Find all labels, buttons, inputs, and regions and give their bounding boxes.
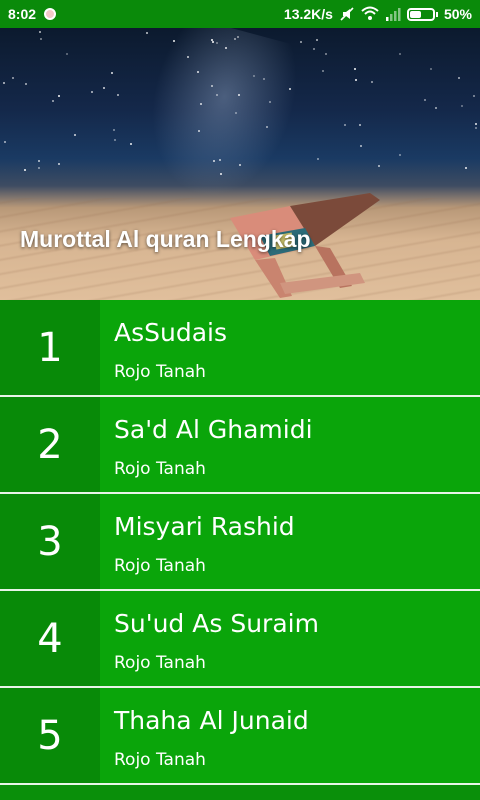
wifi-icon <box>361 6 379 20</box>
star <box>424 98 427 101</box>
status-right: 13.2K/s 50% <box>284 6 472 22</box>
item-text: Sa'd Al Ghamidi Rojo Tanah <box>100 397 480 492</box>
star <box>90 90 93 93</box>
item-text: Su'ud As Suraim Rojo Tanah <box>100 591 480 686</box>
star <box>37 159 40 162</box>
reciter-name: Sa'd Al Ghamidi <box>114 415 313 444</box>
star <box>219 158 221 161</box>
star <box>377 165 380 168</box>
reciter-list: 1 AsSudais Rojo Tanah 2 Sa'd Al Ghamidi Rojo … <box>0 300 480 800</box>
star <box>57 162 60 165</box>
star <box>112 128 115 131</box>
star <box>199 102 202 105</box>
star <box>354 78 357 81</box>
star <box>210 84 213 87</box>
reciter-subtitle: Rojo Tanah <box>114 556 206 576</box>
star <box>475 126 478 129</box>
star <box>39 38 42 41</box>
star <box>24 83 27 86</box>
star <box>358 124 361 127</box>
star <box>145 32 148 35</box>
star <box>113 139 116 142</box>
star <box>316 158 319 161</box>
star <box>38 166 41 169</box>
reciter-name: Su'ud As Suraim <box>114 609 319 638</box>
list-item[interactable]: 1 AsSudais Rojo Tanah <box>0 300 480 397</box>
list-item[interactable]: 5 Thaha Al Junaid Rojo Tanah <box>0 688 480 785</box>
star <box>398 53 401 56</box>
star <box>225 46 228 49</box>
star <box>475 123 478 126</box>
reciter-name: Thaha Al Junaid <box>114 706 309 735</box>
star <box>65 52 68 55</box>
star <box>52 99 55 102</box>
reciter-name: AsSudais <box>114 318 228 347</box>
reciter-subtitle: Rojo Tanah <box>114 459 206 479</box>
star <box>344 123 347 126</box>
star <box>460 105 463 108</box>
star <box>360 145 363 148</box>
star <box>103 87 106 90</box>
reciter-subtitle: Rojo Tanah <box>114 750 206 770</box>
battery-icon <box>406 7 438 21</box>
star <box>237 35 240 38</box>
star <box>473 94 476 97</box>
item-number: 1 <box>0 300 100 395</box>
item-text: AsSudais Rojo Tanah <box>100 300 480 395</box>
item-number: 3 <box>0 494 100 589</box>
mute-icon <box>340 7 354 21</box>
milky-way <box>130 28 310 214</box>
list-item[interactable]: 2 Sa'd Al Ghamidi Rojo Tanah <box>0 397 480 494</box>
star <box>216 41 219 44</box>
star <box>313 48 316 51</box>
status-bar: 8:02 13.2K/s 50% <box>0 0 480 28</box>
star <box>237 93 240 96</box>
star <box>24 168 27 171</box>
star <box>322 70 325 73</box>
item-number: 4 <box>0 591 100 686</box>
app-title: Murottal Al quran Lengkap <box>20 226 311 252</box>
star <box>315 39 318 42</box>
list-item[interactable]: 3 Misyari Rashid Rojo Tanah <box>0 494 480 591</box>
star <box>458 76 461 79</box>
battery-percent: 50% <box>443 6 472 22</box>
network-speed: 13.2K/s <box>283 6 333 22</box>
item-number: 5 <box>0 688 100 783</box>
star <box>186 55 189 58</box>
header-image: Murottal Al quran Lengkap <box>0 28 480 300</box>
star <box>4 141 7 144</box>
reciter-name: Misyari Rashid <box>114 512 295 541</box>
star <box>197 70 200 73</box>
star <box>3 81 6 84</box>
star <box>398 154 401 157</box>
notification-icon <box>44 8 57 20</box>
item-number: 2 <box>0 397 100 492</box>
list-item[interactable]: 4 Su'ud As Suraim Rojo Tanah <box>0 591 480 688</box>
star <box>464 167 467 170</box>
star <box>39 31 42 34</box>
star <box>370 80 373 83</box>
reciter-subtitle: Rojo Tanah <box>114 362 206 382</box>
status-left: 8:02 <box>8 6 57 22</box>
signal-icon <box>385 8 401 21</box>
star <box>74 134 77 137</box>
reciter-subtitle: Rojo Tanah <box>114 653 206 673</box>
item-text: Thaha Al Junaid Rojo Tanah <box>100 688 480 783</box>
star <box>434 107 437 110</box>
item-text: Misyari Rashid Rojo Tanah <box>100 494 480 589</box>
star <box>110 72 113 75</box>
star <box>324 53 327 56</box>
star <box>262 77 265 80</box>
star <box>129 142 132 145</box>
star <box>299 40 302 43</box>
star <box>57 94 60 97</box>
star <box>430 67 433 70</box>
status-time: 8:02 <box>8 6 37 22</box>
star <box>117 94 120 97</box>
star <box>11 76 14 79</box>
star <box>353 68 356 70</box>
star <box>172 39 175 42</box>
